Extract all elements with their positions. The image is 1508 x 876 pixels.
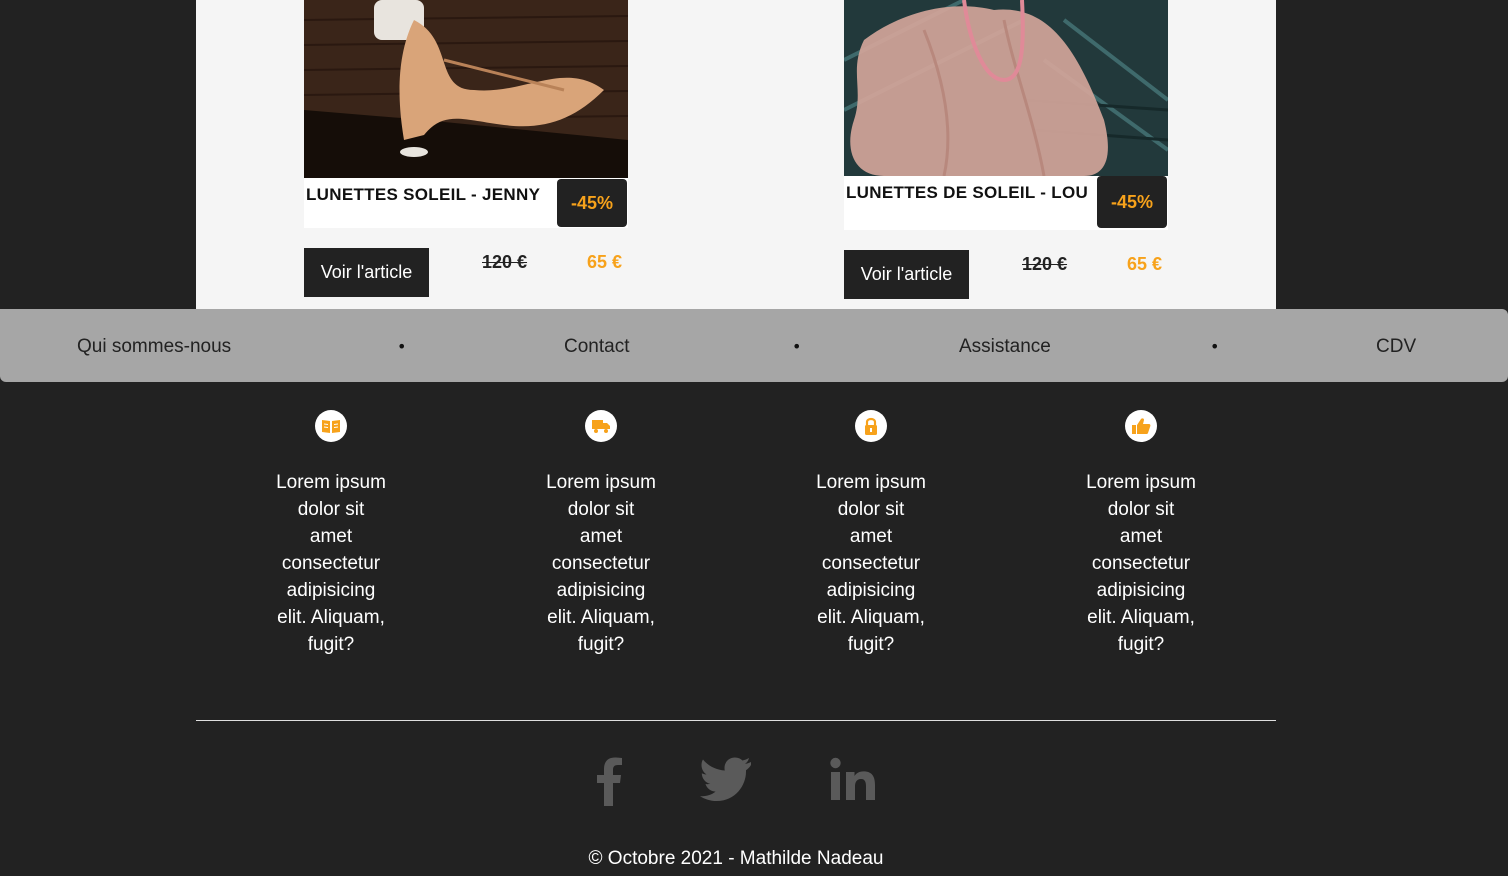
book-icon [315, 410, 347, 442]
lock-icon [855, 410, 887, 442]
product-image[interactable] [304, 0, 628, 178]
nav-link-about[interactable]: Qui sommes-nous [77, 309, 231, 385]
view-article-button[interactable]: Voir l'article [844, 250, 969, 299]
nav-link-contact[interactable]: Contact [564, 309, 629, 385]
linkedin-icon[interactable] [830, 756, 876, 816]
old-price: 120 € [482, 252, 528, 272]
products-section: LUNETTES SOLEIL - JENNY -45% Voir l'arti… [196, 0, 1276, 309]
product-card: LUNETTES DE SOLEIL - LOU -45% Voir l'art… [844, 0, 1168, 299]
feature-item: Lorem ipsum dolor sit amet consectetur a… [1081, 410, 1201, 658]
nav-link-cdv[interactable]: CDV [1376, 309, 1416, 385]
facebook-icon[interactable] [596, 756, 622, 816]
feature-text: Lorem ipsum dolor sit amet consectetur a… [816, 472, 926, 655]
view-article-button[interactable]: Voir l'article [304, 248, 429, 297]
product-title-bar: LUNETTES SOLEIL - JENNY -45% [304, 178, 628, 228]
nav-separator: • [792, 337, 802, 356]
new-price: 65 € [1127, 254, 1163, 274]
copyright-text: © Octobre 2021 - Mathilde Nadeau [588, 848, 884, 869]
discount-badge: -45% [557, 179, 627, 227]
twitter-icon[interactable] [700, 756, 752, 816]
nav-separator: • [1210, 337, 1220, 356]
product-card: LUNETTES SOLEIL - JENNY -45% Voir l'arti… [304, 0, 628, 297]
nav-separator: • [397, 337, 407, 356]
product-image[interactable] [844, 0, 1168, 176]
feature-item: Lorem ipsum dolor sit amet consectetur a… [811, 410, 931, 658]
discount-badge: -45% [1097, 176, 1167, 228]
feature-text: Lorem ipsum dolor sit amet consectetur a… [276, 472, 386, 655]
footer-divider [196, 720, 1276, 721]
product-title-bar: LUNETTES DE SOLEIL - LOU -45% [844, 176, 1168, 230]
product-title: LUNETTES DE SOLEIL - LOU [846, 183, 1089, 202]
feature-item: Lorem ipsum dolor sit amet consectetur a… [271, 410, 391, 658]
truck-icon [585, 410, 617, 442]
feature-text: Lorem ipsum dolor sit amet consectetur a… [1086, 472, 1196, 655]
product-title: LUNETTES SOLEIL - JENNY [306, 185, 541, 204]
old-price: 120 € [1022, 254, 1068, 274]
nav-link-assistance[interactable]: Assistance [959, 309, 1051, 385]
feature-item: Lorem ipsum dolor sit amet consectetur a… [541, 410, 661, 658]
footer-nav: Qui sommes-nous • Contact • Assistance •… [0, 309, 1508, 382]
new-price: 65 € [587, 252, 623, 272]
feature-text: Lorem ipsum dolor sit amet consectetur a… [546, 472, 656, 655]
thumbs-up-icon [1125, 410, 1157, 442]
features-section: Lorem ipsum dolor sit amet consectetur a… [196, 410, 1276, 690]
